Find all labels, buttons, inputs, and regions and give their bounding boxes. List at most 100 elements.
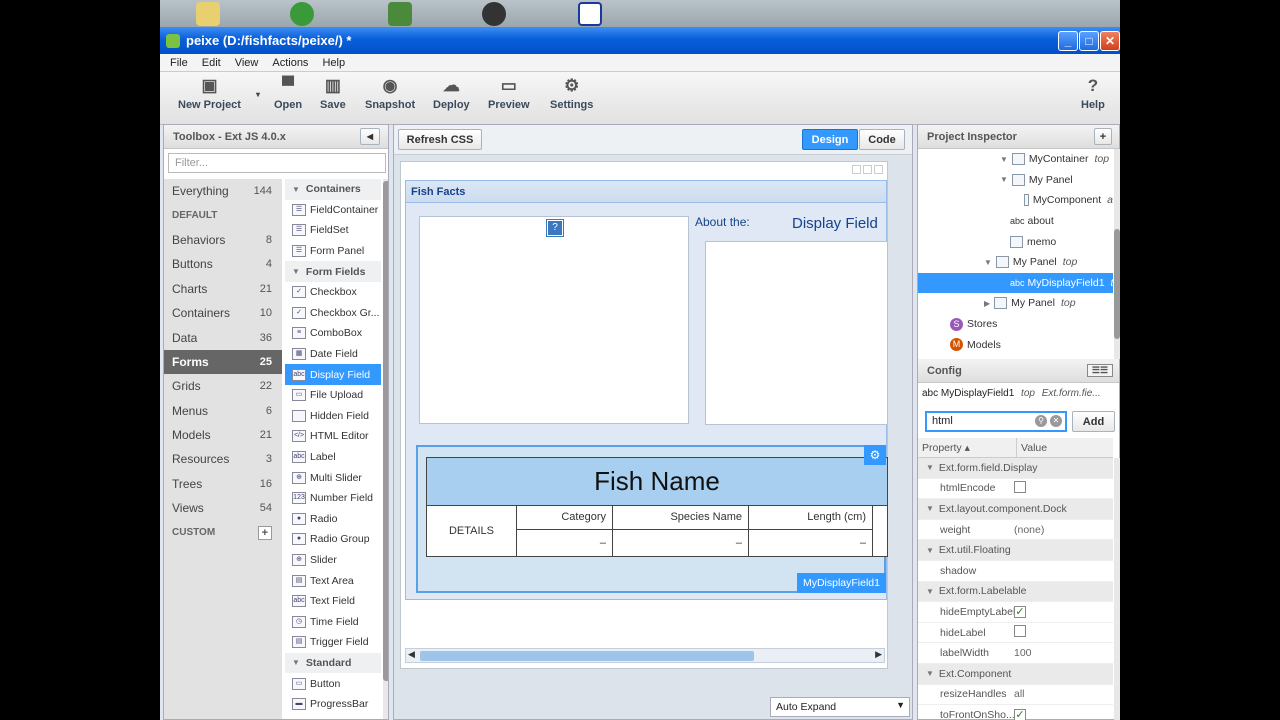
component-item[interactable]: ✓ Checkbox Gr... [285, 303, 381, 324]
tree-expander-icon[interactable]: ▼ [1000, 155, 1008, 164]
component-group[interactable]: Containers [285, 179, 381, 200]
component-list-scrollbar[interactable] [383, 179, 388, 719]
component-item[interactable]: ≡ ComboBox [285, 323, 381, 344]
category-forms[interactable]: Forms 25 [164, 349, 282, 375]
component-item[interactable]: ⊕ Slider [285, 550, 381, 571]
collapse-toolbox-button[interactable]: ◀ [360, 128, 380, 145]
menu-view[interactable]: View [235, 57, 259, 69]
config-group[interactable]: Ext.layout.component.Dock [918, 499, 1113, 520]
component-item[interactable]: ☰ FieldSet [285, 220, 381, 241]
new-project-dropdown[interactable]: ▾ [256, 90, 260, 99]
config-group[interactable]: Ext.form.field.Display [918, 458, 1113, 479]
config-scrollbar[interactable] [1114, 458, 1120, 720]
category-containers[interactable]: Containers 10 [164, 301, 282, 325]
config-row[interactable]: hideEmptyLabel ✓ [918, 602, 1113, 623]
component-item[interactable]: ▬ ProgressBar [285, 694, 381, 715]
add-custom-button[interactable]: + [257, 525, 272, 540]
new-project-button[interactable]: ▣ New Project [178, 76, 241, 111]
config-group[interactable]: Ext.Component [918, 663, 1113, 685]
auto-expand-select[interactable]: Auto Expand ▼ [770, 697, 910, 717]
scroll-left-icon[interactable]: ◀ [408, 649, 415, 660]
tab-code[interactable]: Code [859, 129, 905, 150]
component-item[interactable]: abc Label [285, 447, 381, 468]
property-column-header[interactable]: Property ▴ [922, 442, 970, 454]
tree-expander-icon[interactable]: ▼ [1000, 175, 1008, 184]
canvas-control-icon[interactable] [874, 165, 883, 174]
toolbox-filter-input[interactable]: Filter... [168, 153, 386, 173]
canvas-control-icon[interactable] [852, 165, 861, 174]
app-icon[interactable] [388, 2, 412, 26]
config-group[interactable]: Ext.form.Labelable [918, 581, 1113, 603]
list-view-icon[interactable]: ☰☰ [1087, 364, 1113, 377]
tree-expander-icon[interactable]: ▶ [984, 299, 990, 308]
category-charts[interactable]: Charts 21 [164, 277, 282, 301]
category-data[interactable]: Data 36 [164, 325, 282, 349]
component-item[interactable]: ⊕ Multi Slider [285, 467, 381, 488]
tree-expander-icon[interactable]: ▼ [984, 258, 992, 267]
preview-button[interactable]: ▭ Preview [488, 76, 530, 111]
config-property-value[interactable]: ✓ [1014, 605, 1026, 618]
component-item[interactable]: ● Radio Group [285, 529, 381, 550]
tree-scrollbar[interactable] [1114, 149, 1120, 359]
close-button[interactable]: ✕ [1100, 31, 1120, 51]
component-item[interactable]: ✓ Checkbox [285, 282, 381, 303]
folder-icon[interactable] [196, 2, 220, 26]
app-icon[interactable] [290, 2, 314, 26]
config-checkbox[interactable] [1014, 480, 1026, 493]
component-item[interactable]: ▭ File Upload [285, 385, 381, 406]
config-property-value[interactable]: (none) [1014, 524, 1044, 536]
minimize-button[interactable]: _ [1058, 31, 1078, 51]
config-property-value[interactable]: 100 [1014, 647, 1032, 659]
config-row[interactable]: weight (none) [918, 520, 1113, 541]
memo-panel[interactable] [705, 241, 888, 425]
scroll-right-icon[interactable]: ▶ [875, 649, 882, 660]
settings-button[interactable]: ⚙ Settings [550, 76, 593, 111]
component-item[interactable]: ● Radio [285, 509, 381, 530]
config-row[interactable]: toFrontOnSho... ✓ [918, 705, 1113, 720]
category-models[interactable]: Models 21 [164, 423, 282, 447]
component-item[interactable]: </> HTML Editor [285, 426, 381, 447]
save-button[interactable]: ▥ Save [320, 76, 346, 111]
refresh-css-button[interactable]: Refresh CSS [398, 129, 482, 150]
tree-item[interactable]: memo [918, 231, 1113, 252]
open-button[interactable]: ▀ Open [274, 76, 302, 111]
component-item[interactable]: ▤ Text Area [285, 570, 381, 591]
category-everything[interactable]: Everything 144 [164, 179, 282, 203]
component-group[interactable]: Form Fields [285, 261, 381, 282]
search-icon[interactable]: ⚲ [1035, 415, 1047, 427]
tree-item[interactable]: ▼ MyContainer top [918, 149, 1113, 170]
category-behaviors[interactable]: Behaviors 8 [164, 228, 282, 252]
tree-scroll-thumb[interactable] [1114, 229, 1120, 339]
category-custom[interactable]: CUSTOM + [164, 520, 282, 544]
category-resources[interactable]: Resources 3 [164, 447, 282, 471]
component-item[interactable]: abc Text Field [285, 591, 381, 612]
component-item[interactable]: ☰ FieldContainer [285, 200, 381, 221]
component-item[interactable]: ☰ Form Panel [285, 241, 381, 262]
tree-item[interactable]: M Models [918, 334, 1113, 355]
category-trees[interactable]: Trees 16 [164, 472, 282, 496]
deploy-button[interactable]: ☁ Deploy [433, 76, 470, 111]
component-item[interactable]: ▤ Trigger Field [285, 632, 381, 653]
component-item[interactable]: ▭ Button [285, 673, 381, 694]
tab-design[interactable]: Design [802, 129, 858, 150]
tree-item[interactable]: ▼ My Panel [918, 170, 1113, 191]
horizontal-scrollbar[interactable]: ◀ ▶ [405, 648, 885, 663]
gear-icon[interactable]: ⚙ [864, 445, 886, 465]
canvas-control-icon[interactable] [863, 165, 872, 174]
config-property-value[interactable]: ✓ [1014, 708, 1026, 720]
clear-icon[interactable]: ✕ [1050, 415, 1062, 427]
tree-item[interactable]: abcMyDisplayField1 to [918, 272, 1113, 294]
config-row[interactable]: shadow [918, 561, 1113, 582]
category-views[interactable]: Views 54 [164, 496, 282, 520]
help-button[interactable]: ? Help [1081, 76, 1105, 111]
add-inspector-button[interactable]: + [1094, 128, 1112, 145]
category-grids[interactable]: Grids 22 [164, 374, 282, 398]
tree-item[interactable]: ▶ My Panel top [918, 293, 1113, 314]
config-checkbox[interactable]: ✓ [1014, 708, 1026, 720]
add-config-button[interactable]: Add [1072, 411, 1115, 432]
menu-file[interactable]: File [170, 57, 188, 69]
component-item[interactable]: ◷ Time Field [285, 611, 381, 632]
app-icon[interactable] [482, 2, 506, 26]
config-row[interactable]: resizeHandles all [918, 685, 1113, 706]
config-row[interactable]: hideLabel [918, 623, 1113, 644]
